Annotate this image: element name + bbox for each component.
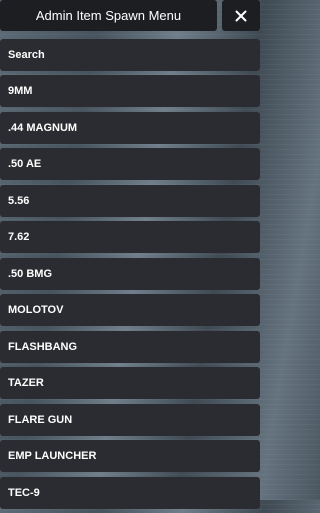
item-9mm[interactable]: 9MM: [0, 75, 260, 107]
close-button[interactable]: [222, 0, 260, 31]
menu-header: Admin Item Spawn Menu: [0, 0, 263, 32]
item-flare-gun[interactable]: FLARE GUN: [0, 403, 260, 436]
close-icon: [235, 10, 247, 21]
item-5-56[interactable]: 5.56: [0, 184, 260, 217]
item-7-62[interactable]: 7.62: [0, 221, 260, 253]
item-50-ae[interactable]: .50 AE: [0, 148, 260, 180]
item-emp-launcher[interactable]: EMP LAUNCHER: [0, 440, 260, 472]
item-tec-9[interactable]: TEC-9: [0, 476, 260, 509]
item-list: 9MM .44 MAGNUM .50 AE 5.56 7.62 .50 BMG …: [0, 75, 260, 513]
search-field[interactable]: [0, 39, 260, 71]
item-flashbang[interactable]: FLASHBANG: [0, 330, 260, 363]
item-tazer[interactable]: TAZER: [0, 367, 260, 399]
menu-title: Admin Item Spawn Menu: [0, 0, 217, 31]
item-molotov[interactable]: MOLOTOV: [0, 294, 260, 326]
item-44-magnum[interactable]: .44 MAGNUM: [0, 111, 260, 144]
search-input[interactable]: [8, 49, 252, 61]
item-50-bmg[interactable]: .50 BMG: [0, 257, 260, 290]
